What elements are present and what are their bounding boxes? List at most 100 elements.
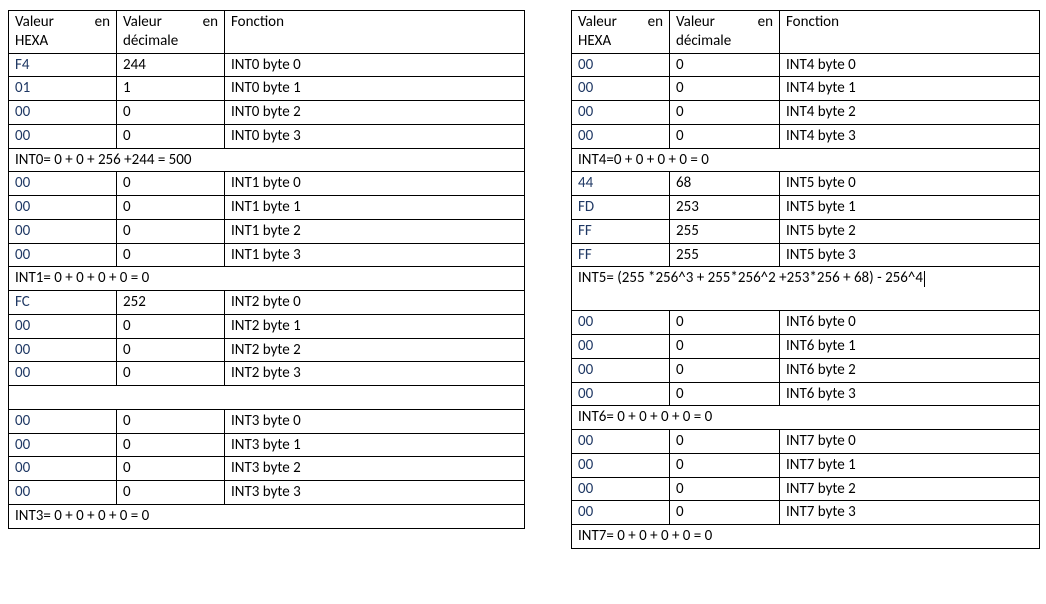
cell-hex: 00: [9, 219, 117, 243]
cell-dec: 0: [670, 335, 780, 359]
cell-fn: INT5 byte 1: [780, 196, 1040, 220]
cell-fn: INT3 byte 1: [225, 433, 525, 457]
table-row: [9, 386, 525, 410]
cell-fn: INT3 byte 0: [225, 409, 525, 433]
cell-hex: 00: [9, 196, 117, 220]
cell-fn: INT1 byte 2: [225, 219, 525, 243]
cell-hex: 00: [9, 338, 117, 362]
header-hexa: Valeur en HEXA: [9, 11, 117, 54]
cell-hex: FD: [572, 196, 670, 220]
cell-dec: 0: [670, 311, 780, 335]
summary-cell: INT7= 0 + 0 + 0 + 0 = 0: [572, 525, 1040, 549]
cell-dec: 0: [670, 124, 780, 148]
cell-dec: 0: [670, 430, 780, 454]
table-row: FF255INT5 byte 2: [572, 219, 1040, 243]
header-decimale: Valeur en décimale: [117, 11, 225, 54]
cell-dec: 0: [117, 196, 225, 220]
cell-hex: 00: [9, 243, 117, 267]
cell-fn: INT0 byte 0: [225, 53, 525, 77]
table-row: 000INT2 byte 2: [9, 338, 525, 362]
table-row: INT0= 0 + 0 + 256 +244 = 500: [9, 148, 525, 172]
header-hexa: Valeur en HEXA: [572, 11, 670, 54]
cell-fn: INT1 byte 3: [225, 243, 525, 267]
cell-fn: INT0 byte 2: [225, 101, 525, 125]
table-row: INT6= 0 + 0 + 0 + 0 = 0: [572, 406, 1040, 430]
cell-hex: 00: [572, 53, 670, 77]
cell-fn: INT7 byte 2: [780, 477, 1040, 501]
table-row: 000INT3 byte 3: [9, 481, 525, 505]
header-decimale: Valeur en décimale: [670, 11, 780, 54]
cell-fn: INT2 byte 3: [225, 362, 525, 386]
cell-hex: 00: [9, 362, 117, 386]
cell-fn: INT4 byte 0: [780, 53, 1040, 77]
table-row: 000INT1 byte 3: [9, 243, 525, 267]
cell-hex: 00: [9, 433, 117, 457]
cell-fn: INT5 byte 0: [780, 172, 1040, 196]
cell-fn: INT6 byte 0: [780, 311, 1040, 335]
table-row: 000INT2 byte 3: [9, 362, 525, 386]
cell-dec: 0: [117, 124, 225, 148]
cell-dec: 0: [117, 409, 225, 433]
cell-fn: INT0 byte 3: [225, 124, 525, 148]
table-row: 4468INT5 byte 0: [572, 172, 1040, 196]
table-row: 000INT6 byte 3: [572, 382, 1040, 406]
cell-fn: INT1 byte 1: [225, 196, 525, 220]
cell-dec: 0: [117, 457, 225, 481]
table-right-body: 000INT4 byte 0000INT4 byte 1000INT4 byte…: [572, 53, 1040, 548]
cell-hex: 00: [572, 124, 670, 148]
cell-fn: INT2 byte 1: [225, 314, 525, 338]
text-caret: [924, 271, 925, 287]
table-left: Valeur en HEXA Valeur en décimale Foncti…: [8, 10, 525, 529]
cell-dec: 0: [117, 481, 225, 505]
cell-hex: 00: [572, 358, 670, 382]
table-row: 000INT7 byte 3: [572, 501, 1040, 525]
table-row: 000INT6 byte 0: [572, 311, 1040, 335]
cell-dec: 1: [117, 77, 225, 101]
page: Valeur en HEXA Valeur en décimale Foncti…: [0, 0, 1046, 604]
cell-fn: INT6 byte 2: [780, 358, 1040, 382]
summary-cell: INT4=0 + 0 + 0 + 0 = 0: [572, 148, 1040, 172]
cell-hex: 00: [9, 409, 117, 433]
cell-hex: FF: [572, 243, 670, 267]
table-row: INT7= 0 + 0 + 0 + 0 = 0: [572, 525, 1040, 549]
table-row: 000INT1 byte 2: [9, 219, 525, 243]
table-row: 000INT6 byte 1: [572, 335, 1040, 359]
cell-hex: 00: [572, 477, 670, 501]
table-row: INT4=0 + 0 + 0 + 0 = 0: [572, 148, 1040, 172]
table-row: 000INT7 byte 2: [572, 477, 1040, 501]
table-row: 000INT7 byte 1: [572, 453, 1040, 477]
summary-cell: INT1= 0 + 0 + 0 + 0 = 0: [9, 267, 525, 291]
table-row: FF255INT5 byte 3: [572, 243, 1040, 267]
cell-dec: 0: [117, 101, 225, 125]
cell-hex: FC: [9, 291, 117, 315]
cell-dec: 68: [670, 172, 780, 196]
cell-fn: INT4 byte 1: [780, 77, 1040, 101]
table-row: 000INT1 byte 1: [9, 196, 525, 220]
cell-fn: INT1 byte 0: [225, 172, 525, 196]
cell-fn: INT4 byte 3: [780, 124, 1040, 148]
table-row: 000INT3 byte 1: [9, 433, 525, 457]
table-row: 000INT3 byte 0: [9, 409, 525, 433]
cell-hex: FF: [572, 219, 670, 243]
cell-dec: 0: [670, 358, 780, 382]
two-columns: Valeur en HEXA Valeur en décimale Foncti…: [8, 10, 1038, 549]
cell-dec: 244: [117, 53, 225, 77]
table-row: 000INT7 byte 0: [572, 430, 1040, 454]
table-row: 000INT0 byte 3: [9, 124, 525, 148]
cell-hex: 00: [9, 124, 117, 148]
cell-hex: 00: [572, 335, 670, 359]
cell-dec: 0: [117, 243, 225, 267]
cell-fn: INT3 byte 3: [225, 481, 525, 505]
cell-hex: 00: [572, 382, 670, 406]
cell-dec: 255: [670, 243, 780, 267]
table-header-row: Valeur en HEXA Valeur en décimale Foncti…: [9, 11, 525, 54]
cell-hex: 44: [572, 172, 670, 196]
cell-dec: 0: [670, 101, 780, 125]
table-row: 000INT1 byte 0: [9, 172, 525, 196]
table-row: 000INT0 byte 2: [9, 101, 525, 125]
table-header-row: Valeur en HEXA Valeur en décimale Foncti…: [572, 11, 1040, 54]
blank-row: [9, 386, 525, 410]
header-fonction: Fonction: [780, 11, 1040, 54]
cell-hex: 00: [9, 172, 117, 196]
cell-fn: INT0 byte 1: [225, 77, 525, 101]
